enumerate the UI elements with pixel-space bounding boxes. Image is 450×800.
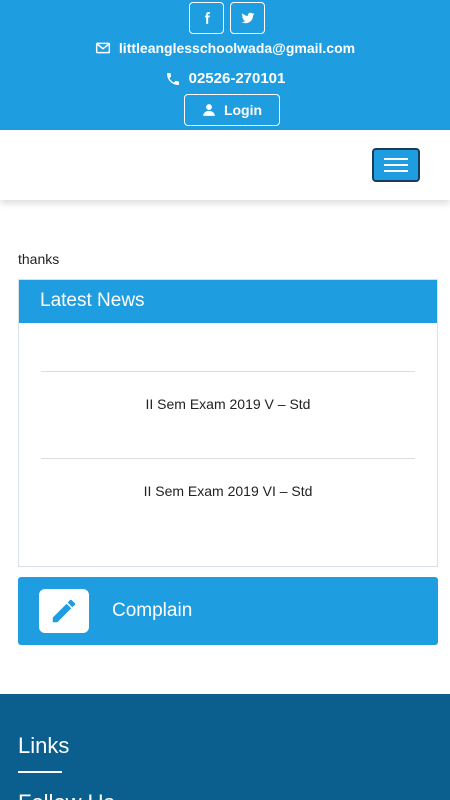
complain-icon-box [39,589,89,633]
phone-number[interactable]: 02526-270101 [189,70,286,87]
facebook-button[interactable] [189,2,224,34]
envelope-icon [95,42,110,54]
navbar [0,130,450,200]
menu-bar [384,164,408,166]
news-item-link[interactable]: II Sem Exam 2019 V – Std [41,372,415,412]
complain-label: Complain [112,600,193,621]
latest-news-panel: Latest News II Sem Exam 2019 V – Std II … [18,279,438,567]
complain-button[interactable]: Complain [18,577,438,645]
facebook-icon [204,12,210,24]
twitter-icon [241,12,254,24]
top-bar: littleanglesschoolwada@gmail.com 02526-2… [0,0,450,130]
latest-news-title: Latest News [19,280,437,323]
social-links [189,2,265,34]
footer-links-heading: Links [18,733,70,758]
footer: Links Follow Us [0,694,450,800]
phone-row: 02526-270101 [0,70,450,87]
twitter-button[interactable] [230,2,265,34]
user-icon [203,104,215,116]
email-row: littleanglesschoolwada@gmail.com [0,40,450,56]
intro-text: thanks [18,251,60,267]
email-link[interactable]: littleanglesschoolwada@gmail.com [119,40,355,56]
menu-toggle-button[interactable] [372,148,420,182]
news-item-link[interactable]: II Sem Exam 2019 VI – Std [41,459,415,499]
news-item[interactable]: II Sem Exam 2019 VI – Std [41,458,415,499]
heading-underline [18,771,62,773]
menu-bar [384,158,408,160]
login-label: Login [223,102,263,118]
news-item[interactable]: II Sem Exam 2019 V – Std [41,371,415,412]
login-button[interactable]: Login [184,94,280,126]
phone-icon [166,72,179,85]
menu-bar [384,170,408,172]
footer-follow-heading: Follow Us [18,790,115,800]
pencil-icon [52,599,76,623]
